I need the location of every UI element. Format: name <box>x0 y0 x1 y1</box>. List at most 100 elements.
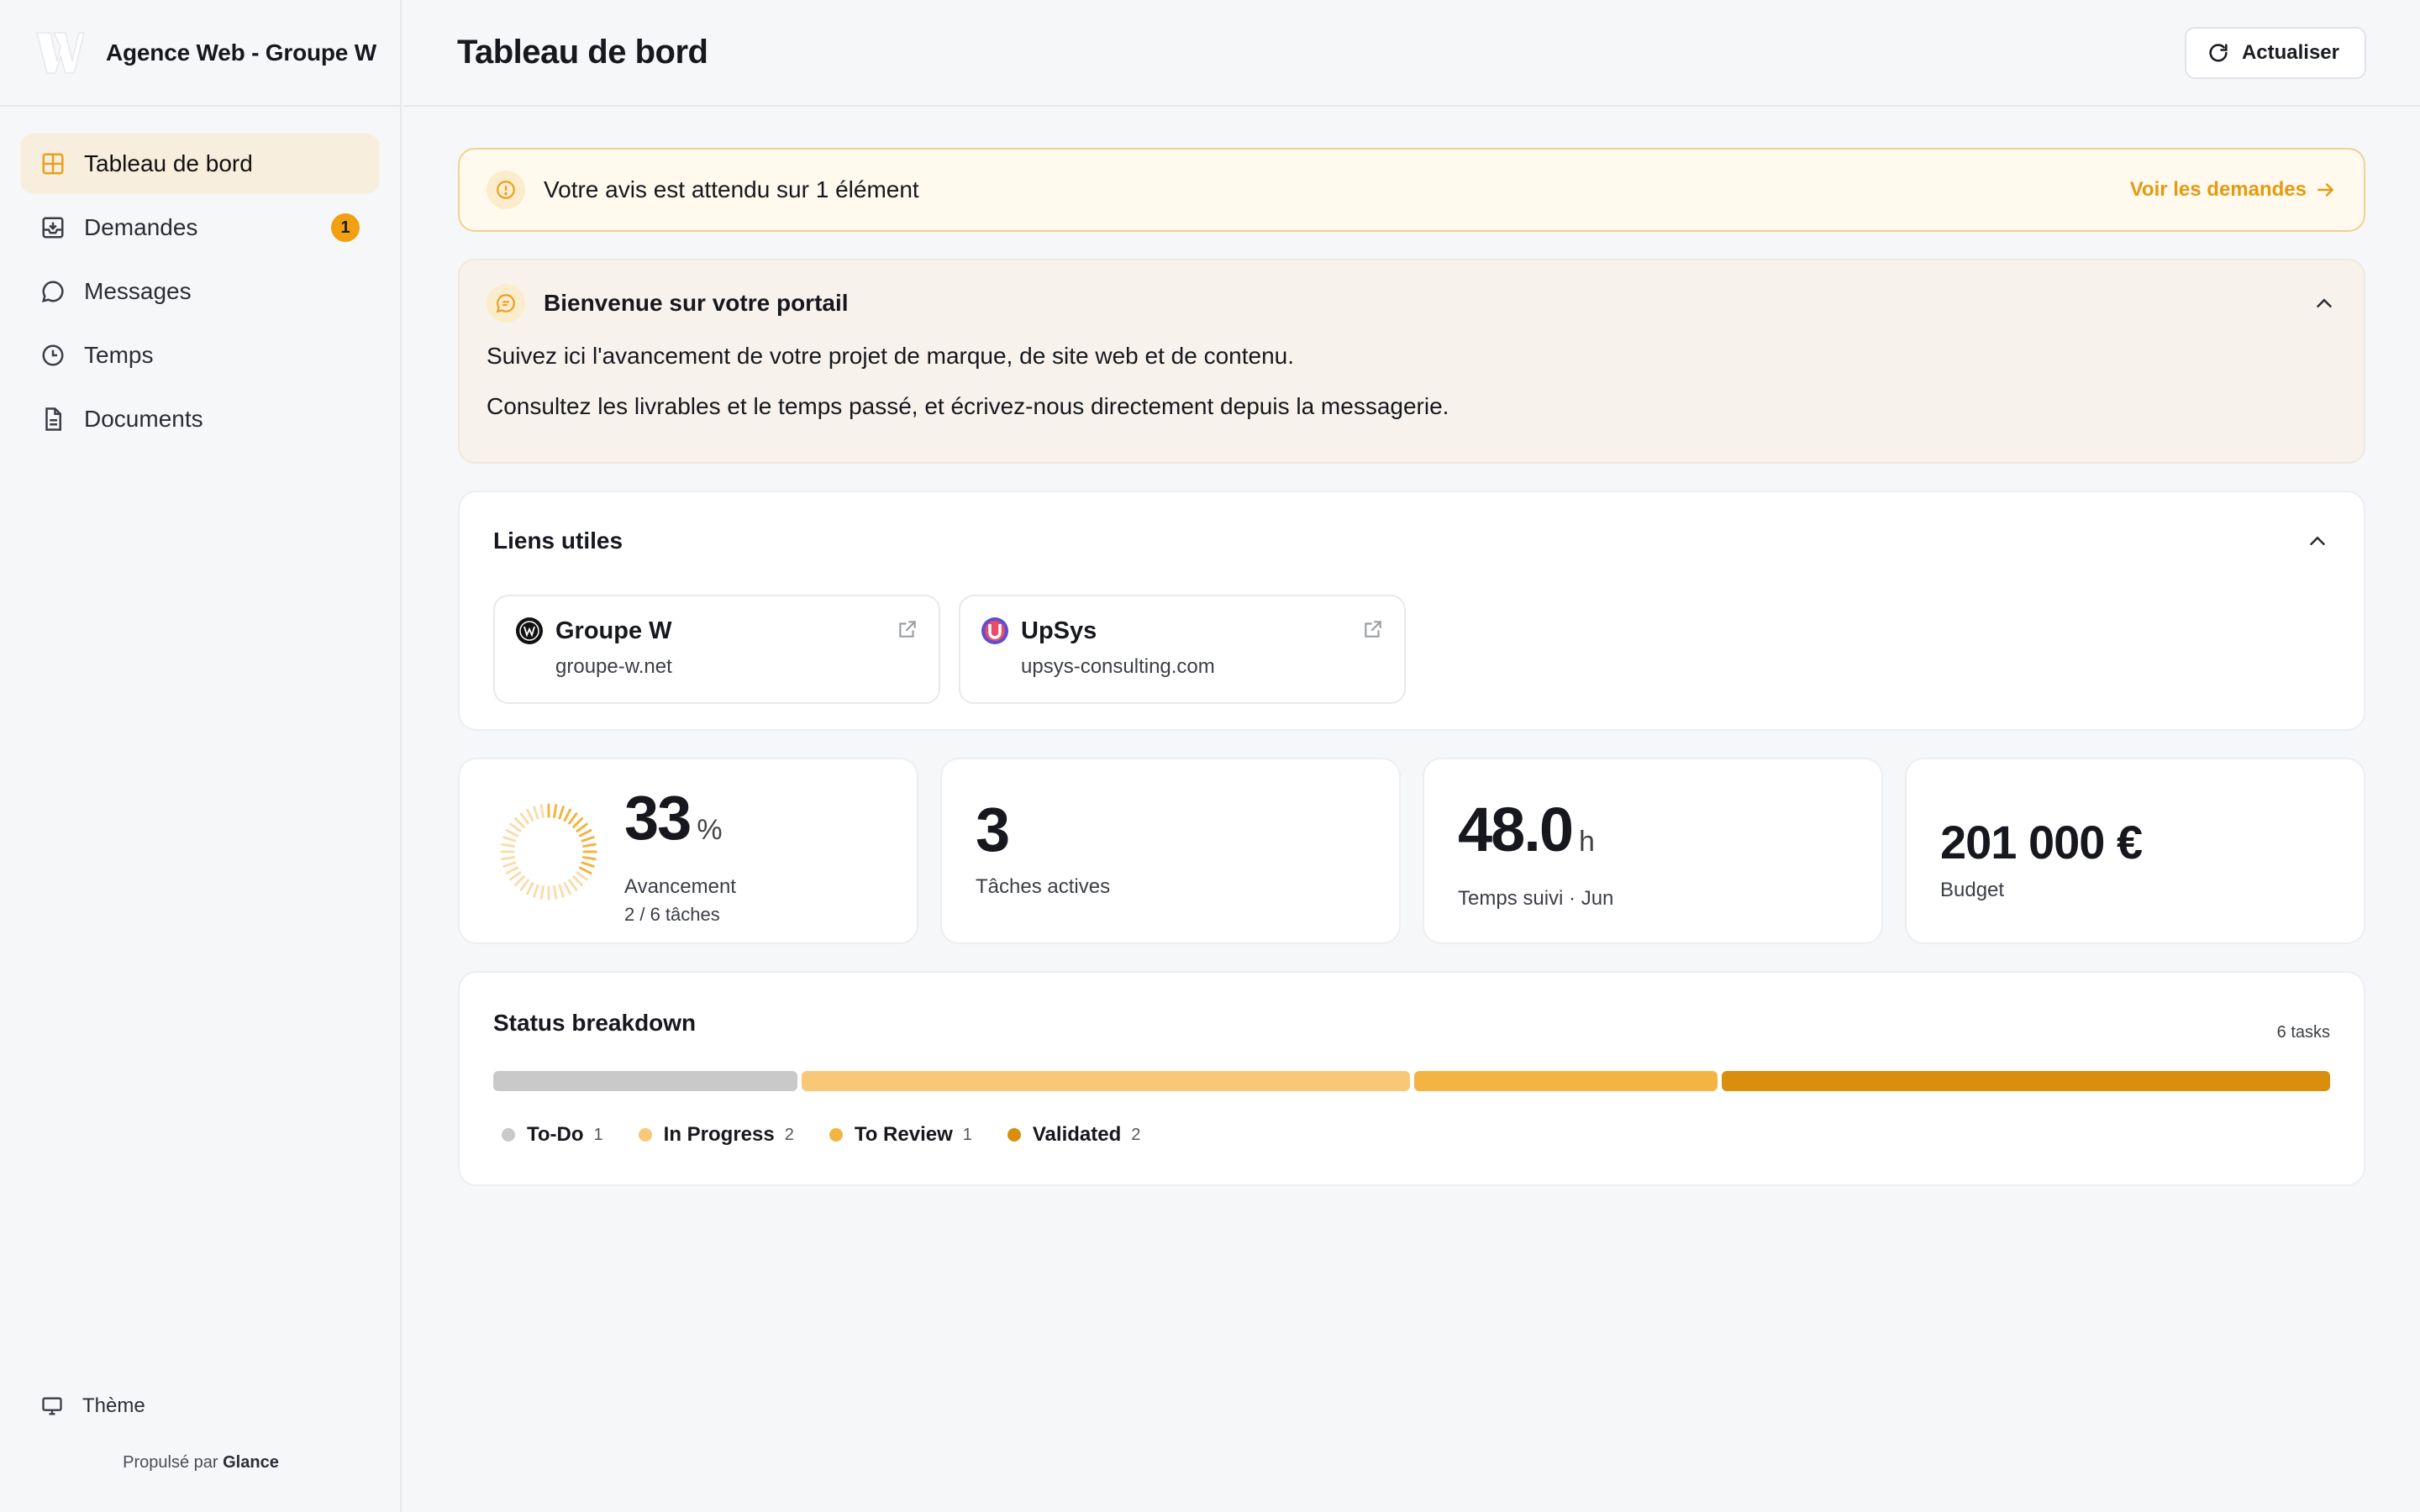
progress-tick <box>501 856 516 861</box>
theme-toggle[interactable]: Thème <box>40 1394 145 1418</box>
welcome-line-1: Suivez ici l'avancement de votre projet … <box>487 343 1295 369</box>
powered-by: Propulsé par Glance <box>0 1453 402 1473</box>
welcome-line-2: Consultez les livrables et le temps pass… <box>487 393 1449 419</box>
powered-prefix: Propulsé par <box>123 1453 218 1472</box>
links-list: Groupe W groupe-w.net UpSys upsys-consul… <box>493 595 2330 704</box>
sidebar-item-time[interactable]: Temps <box>20 325 380 386</box>
progress-tick <box>576 822 588 832</box>
link-name: UpSys <box>1021 617 1097 644</box>
progress-tick <box>533 806 539 820</box>
progress-tick <box>581 836 595 843</box>
progress-tick <box>513 816 525 828</box>
chevron-up-icon[interactable] <box>2312 291 2337 316</box>
status-segment-in-progress <box>801 1071 1410 1091</box>
progress-tick <box>509 871 522 881</box>
brand: Agence Web - Groupe W <box>0 0 400 107</box>
sidebar-item-dashboard[interactable]: Tableau de bord <box>20 134 380 194</box>
progress-tick <box>513 875 525 887</box>
status-segment-validated <box>1722 1071 2330 1091</box>
sidebar-item-label: Documents <box>84 406 203 432</box>
legend-label: To Review <box>854 1123 953 1146</box>
view-requests-link[interactable]: Voir les demandes <box>2130 178 2337 202</box>
progress-tick <box>526 881 534 895</box>
inbox-icon <box>42 217 64 239</box>
link-card-groupe-w[interactable]: Groupe W groupe-w.net <box>493 595 940 704</box>
progress-tick <box>558 884 565 898</box>
active-tasks-value: 3 <box>976 795 1010 864</box>
upsys-favicon <box>981 617 1008 644</box>
welcome-title: Bienvenue sur votre portail <box>544 290 849 316</box>
legend-dot <box>638 1128 652 1142</box>
sidebar-item-requests[interactable]: Demandes 1 <box>20 197 380 258</box>
progress-tick <box>578 866 592 874</box>
sidebar-item-messages[interactable]: Messages <box>20 261 380 322</box>
grid-icon <box>42 153 64 175</box>
progress-tick <box>581 856 597 861</box>
link-card-top: UpSys <box>981 617 1384 645</box>
progress-tick <box>505 829 519 837</box>
refresh-button[interactable]: Actualiser <box>2184 26 2366 79</box>
progress-sub: 2 / 6 tâches <box>624 904 720 925</box>
budget-label: Budget <box>1940 879 2005 901</box>
progress-tick <box>563 808 571 822</box>
stat-progress: 33% Avancement 2 / 6 tâches <box>458 758 918 944</box>
legend-item: In Progress 2 <box>638 1123 794 1147</box>
progress-tick <box>519 879 529 891</box>
legend-count: 1 <box>593 1125 603 1144</box>
external-link-icon <box>899 621 916 638</box>
progress-tick <box>572 816 584 828</box>
clock-icon <box>42 344 64 366</box>
legend-item: Validated 2 <box>1007 1123 1140 1147</box>
progress-unit: % <box>697 814 723 846</box>
progress-tick <box>502 861 517 868</box>
links-title: Liens utiles <box>493 528 623 554</box>
external-link-icon <box>1365 621 1381 638</box>
progress-tick <box>558 806 565 820</box>
status-header: Status breakdown 6 tasks <box>493 1010 2330 1042</box>
refresh-label: Actualiser <box>2241 40 2339 64</box>
progress-tick <box>563 881 571 895</box>
progress-tick <box>581 843 597 848</box>
monitor-icon <box>42 1397 62 1415</box>
legend-label: In Progress <box>663 1123 775 1146</box>
progress-tick <box>533 884 539 898</box>
page-header: Tableau de bord Actualiser <box>403 0 2420 107</box>
sidebar-nav: Tableau de bord Demandes 1 Messages Temp… <box>0 107 400 449</box>
legend-dot <box>1007 1128 1021 1142</box>
progress-tick <box>581 861 595 868</box>
progress-ring <box>500 803 597 900</box>
chevron-up-icon[interactable] <box>2305 528 2330 554</box>
progress-tick <box>539 804 544 819</box>
stat-budget: 201 000 € Budget <box>1905 758 2365 944</box>
sidebar-item-documents[interactable]: Documents <box>20 389 380 449</box>
chat-bubble-icon <box>41 281 64 303</box>
status-segment-to-do <box>493 1071 797 1091</box>
legend-label: Validated <box>1032 1123 1122 1146</box>
legend-count: 2 <box>784 1125 794 1144</box>
w-logo-icon <box>36 31 85 74</box>
link-card-upsys[interactable]: UpSys upsys-consulting.com <box>959 595 1406 704</box>
link-url: upsys-consulting.com <box>1021 655 1215 678</box>
links-header: Liens utiles <box>493 526 2330 556</box>
progress-label: Avancement <box>624 875 736 898</box>
legend-item: To-Do 1 <box>502 1123 603 1147</box>
progress-tick <box>526 808 534 822</box>
time-label: Temps suivi · Jun <box>1458 887 1614 910</box>
legend-dot <box>829 1128 843 1142</box>
active-tasks-label: Tâches actives <box>976 875 1111 898</box>
alert-circle-icon <box>497 181 515 199</box>
powered-brand[interactable]: Glance <box>223 1453 279 1472</box>
legend-count: 1 <box>962 1125 972 1144</box>
status-title: Status breakdown <box>493 1010 697 1036</box>
refresh-icon <box>2209 43 2228 62</box>
stat-active-tasks: 3 Tâches actives <box>940 758 1401 944</box>
sidebar: Agence Web - Groupe W Tableau de bord De… <box>0 0 402 1512</box>
progress-tick <box>501 843 516 848</box>
groupe-w-favicon <box>516 617 543 644</box>
progress-tick <box>568 812 578 825</box>
time-value-row: 48.0 h <box>1458 796 1848 875</box>
progress-block: 33% Avancement 2 / 6 tâches <box>624 785 736 926</box>
message-icon <box>496 294 515 313</box>
progress-tick <box>568 879 578 891</box>
welcome-header: Bienvenue sur votre portail <box>487 284 2337 323</box>
